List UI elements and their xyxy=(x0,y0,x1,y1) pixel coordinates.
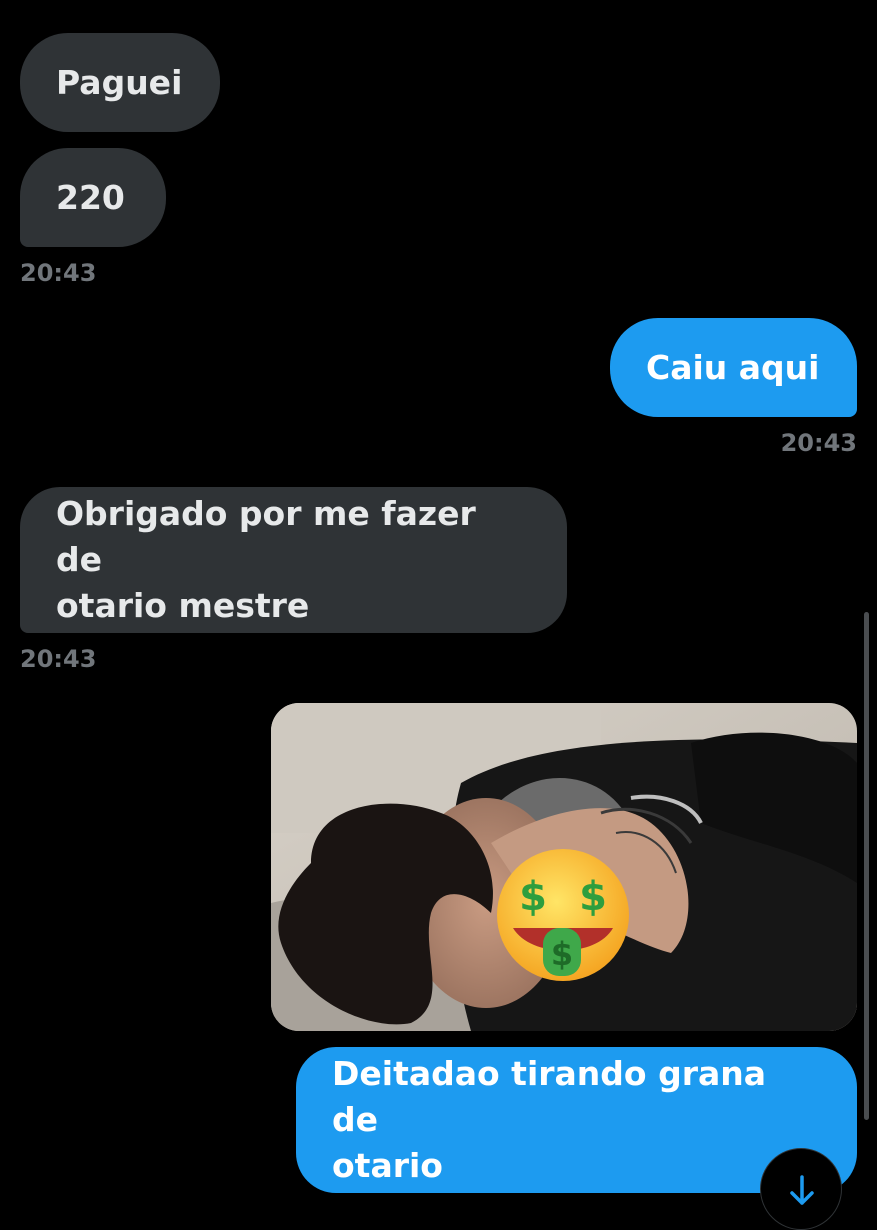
message-bubble-incoming[interactable]: Paguei xyxy=(20,33,220,132)
message-text-line: otario xyxy=(332,1146,443,1185)
message-text-line: otario mestre xyxy=(56,586,310,625)
message-photo[interactable]: $ $ $ xyxy=(271,703,857,1031)
message-text-line: Deitadao tirando grana de xyxy=(332,1054,767,1139)
message-text-line: Obrigado por me fazer de xyxy=(56,494,476,579)
photo-image: $ $ $ xyxy=(271,703,857,1031)
scroll-to-bottom-button[interactable] xyxy=(760,1148,842,1230)
message-text: Paguei xyxy=(56,62,183,102)
message-timestamp: 20:43 xyxy=(20,645,97,673)
scrollbar[interactable] xyxy=(864,612,869,1120)
message-bubble-incoming[interactable]: 220 xyxy=(20,148,166,247)
svg-text:$: $ xyxy=(551,935,573,973)
message-timestamp: 20:43 xyxy=(20,259,97,287)
message-text: Caiu aqui xyxy=(646,347,820,387)
arrow-down-icon xyxy=(790,1175,814,1205)
message-bubble-outgoing[interactable]: Caiu aqui xyxy=(610,318,857,417)
svg-text:$: $ xyxy=(579,874,607,920)
message-text: 220 xyxy=(56,177,125,217)
message-bubble-incoming[interactable]: Obrigado por me fazer de otario mestre xyxy=(20,487,567,633)
money-mouth-face-emoji: $ $ $ xyxy=(497,849,629,981)
svg-text:$: $ xyxy=(519,874,547,920)
message-timestamp: 20:43 xyxy=(780,429,857,457)
